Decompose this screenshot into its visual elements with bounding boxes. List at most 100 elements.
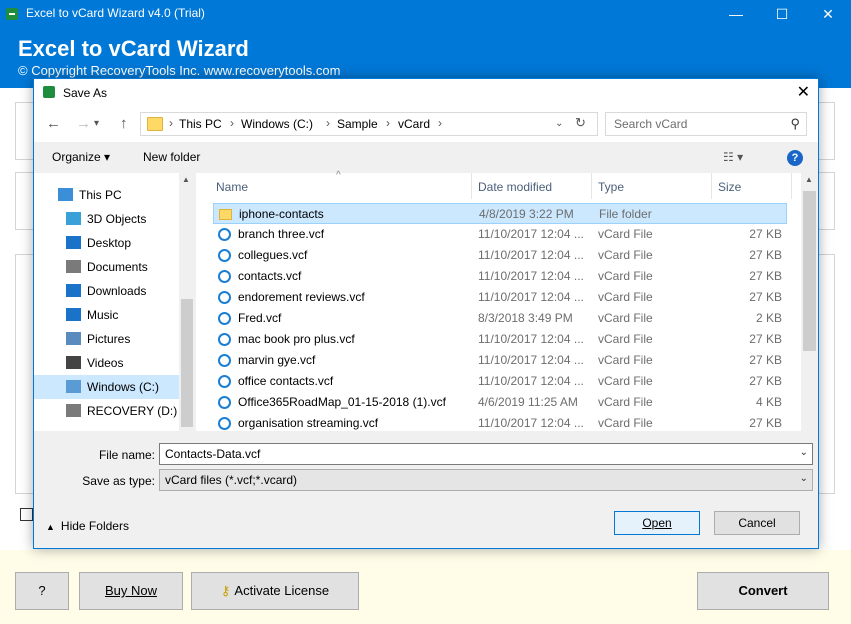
column-divider[interactable] — [791, 173, 792, 199]
folder-icon — [147, 117, 163, 131]
chevron-down-icon[interactable]: ⌄ — [800, 447, 808, 458]
navigation-scrollbar[interactable]: ▲ — [179, 173, 195, 431]
file-name: endorement reviews.vcf — [238, 290, 365, 304]
breadcrumb-this-pc[interactable]: This PC — [179, 117, 222, 131]
sidebar-item[interactable]: Downloads — [34, 279, 179, 303]
vcard-icon — [218, 228, 231, 241]
save-as-type-select[interactable]: vCard files (*.vcf;*.vcard) ⌄ — [159, 469, 813, 491]
file-date: 11/10/2017 12:04 ... — [478, 332, 584, 346]
sidebar-item[interactable]: Videos — [34, 351, 179, 375]
computer-icon — [58, 188, 73, 201]
file-name-input[interactable]: Contacts-Data.vcf ⌄ — [159, 443, 813, 465]
column-header-name[interactable]: Name — [216, 180, 248, 194]
breadcrumb-windows-c[interactable]: Windows (C:) — [241, 117, 313, 131]
organize-button[interactable]: Organize ▾ — [52, 150, 110, 164]
column-divider[interactable] — [711, 173, 712, 199]
sidebar-item[interactable]: Windows (C:) — [34, 375, 179, 399]
buy-now-button[interactable]: Buy Now — [79, 572, 183, 610]
breadcrumb-vcard[interactable]: vCard — [398, 117, 430, 131]
app-bottom-bar: ? Buy Now ⚷ Activate License Convert — [0, 550, 851, 624]
help-button[interactable]: ? — [15, 572, 69, 610]
drive-icon — [66, 404, 81, 417]
forward-arrow-icon[interactable]: → — [76, 115, 91, 132]
file-list-scrollbar[interactable]: ▲ — [801, 173, 818, 431]
breadcrumb-sample[interactable]: Sample — [337, 117, 378, 131]
column-divider[interactable] — [471, 173, 472, 199]
file-type: vCard File — [598, 416, 653, 430]
recent-dropdown-icon[interactable]: ▾ — [94, 118, 99, 129]
sidebar-item[interactable]: Music — [34, 303, 179, 327]
search-box[interactable]: Search vCard ⚲ — [605, 112, 807, 136]
dialog-close-button[interactable]: ✕ — [797, 82, 810, 102]
minimize-button[interactable]: — — [713, 0, 759, 28]
file-size: 27 KB — [749, 227, 782, 241]
sidebar-item-label: 3D Objects — [87, 212, 147, 226]
file-row[interactable]: branch three.vcf 11/10/2017 12:04 ... vCar… — [213, 224, 787, 245]
sidebar-item[interactable]: This PC — [34, 183, 179, 207]
file-name: mac book pro plus.vcf — [238, 332, 355, 346]
save-as-type-value: vCard files (*.vcf;*.vcard) — [165, 473, 298, 487]
file-row[interactable]: marvin gye.vcf 11/10/2017 12:04 ... vCard … — [213, 350, 787, 371]
address-bar[interactable]: › This PC › Windows (C:) › Sample › vCar… — [140, 112, 598, 136]
sidebar-item[interactable]: RECOVERY (D:) — [34, 399, 179, 423]
sidebar-item-label: Pictures — [87, 332, 131, 346]
file-row[interactable]: endorement reviews.vcf 11/10/2017 12:04 .… — [213, 287, 787, 308]
file-list: ^ Name Date modified Type Size ▲ iphone-… — [196, 170, 818, 434]
video-icon — [66, 356, 81, 369]
chevron-down-icon[interactable]: ⌄ — [800, 473, 808, 484]
vcard-icon — [218, 312, 231, 325]
sidebar-item[interactable]: Desktop — [34, 231, 179, 255]
app-copyright: © Copyright RecoveryTools Inc. www.recov… — [18, 63, 341, 78]
new-folder-button[interactable]: New folder — [143, 150, 200, 164]
open-button-label: Open — [642, 516, 672, 530]
app-header-title: Excel to vCard Wizard — [18, 36, 249, 61]
view-options-button[interactable]: ☷ ▾ — [723, 150, 743, 164]
file-row[interactable]: Office365RoadMap_01-15-2018 (1).vcf 4/6/2… — [213, 392, 787, 413]
buy-now-label: Buy Now — [104, 583, 158, 598]
file-row[interactable]: contacts.vcf 11/10/2017 12:04 ... vCard Fi… — [213, 266, 787, 287]
open-button[interactable]: Open — [614, 511, 700, 535]
address-dropdown-icon[interactable]: ⌄ — [555, 118, 563, 129]
convert-button[interactable]: Convert — [697, 572, 829, 610]
file-row[interactable]: Fred.vcf 8/3/2018 3:49 PM vCard File 2 KB — [213, 308, 787, 329]
cancel-button[interactable]: Cancel — [714, 511, 800, 535]
file-date: 11/10/2017 12:04 ... — [478, 374, 584, 388]
file-row[interactable]: office contacts.vcf 11/10/2017 12:04 ... v… — [213, 371, 787, 392]
sidebar-item[interactable]: 3D Objects — [34, 207, 179, 231]
help-icon[interactable]: ? — [787, 150, 803, 166]
scroll-up-icon[interactable]: ▲ — [805, 175, 813, 184]
navigation-scroll-thumb[interactable] — [181, 299, 193, 427]
file-date: 8/3/2018 3:49 PM — [478, 311, 573, 325]
activate-license-button[interactable]: ⚷ Activate License — [191, 572, 359, 610]
file-row[interactable]: mac book pro plus.vcf 11/10/2017 12:04 ..… — [213, 329, 787, 350]
breadcrumb-chevron-icon: › — [326, 116, 330, 130]
file-row[interactable]: collegues.vcf 11/10/2017 12:04 ... vCard F… — [213, 245, 787, 266]
file-size: 4 KB — [755, 395, 782, 409]
desktop-icon — [66, 236, 81, 249]
file-type: vCard File — [598, 269, 653, 283]
file-row[interactable]: organisation streaming.vcf 11/10/2017 12:… — [213, 413, 787, 434]
file-list-scroll-thumb[interactable] — [803, 191, 816, 351]
column-header-size[interactable]: Size — [718, 180, 741, 194]
file-type: File folder — [599, 207, 652, 221]
sidebar-item[interactable]: Pictures — [34, 327, 179, 351]
background-checkbox[interactable] — [20, 508, 33, 521]
maximize-button[interactable]: ☐ — [759, 0, 805, 28]
close-button[interactable]: ✕ — [805, 0, 851, 28]
sidebar-item[interactable]: Documents — [34, 255, 179, 279]
file-row[interactable]: iphone-contacts 4/8/2019 3:22 PM File fold… — [213, 203, 787, 224]
column-divider[interactable] — [591, 173, 592, 199]
picture-icon — [66, 332, 81, 345]
column-header-type[interactable]: Type — [598, 180, 624, 194]
hide-folders-toggle[interactable]: ▲ Hide Folders — [46, 519, 129, 533]
up-arrow-icon[interactable]: ↑ — [120, 115, 128, 132]
file-size: 27 KB — [749, 416, 782, 430]
file-type: vCard File — [598, 290, 653, 304]
file-type: vCard File — [598, 353, 653, 367]
refresh-icon[interactable]: ↻ — [575, 115, 586, 131]
file-date: 11/10/2017 12:04 ... — [478, 290, 584, 304]
back-arrow-icon[interactable]: ← — [46, 115, 61, 132]
column-header-date[interactable]: Date modified — [478, 180, 552, 194]
scroll-up-icon[interactable]: ▲ — [182, 175, 190, 184]
dialog-navbar: ← → ▾ ↑ › This PC › Windows (C:) › Sampl… — [34, 106, 818, 142]
